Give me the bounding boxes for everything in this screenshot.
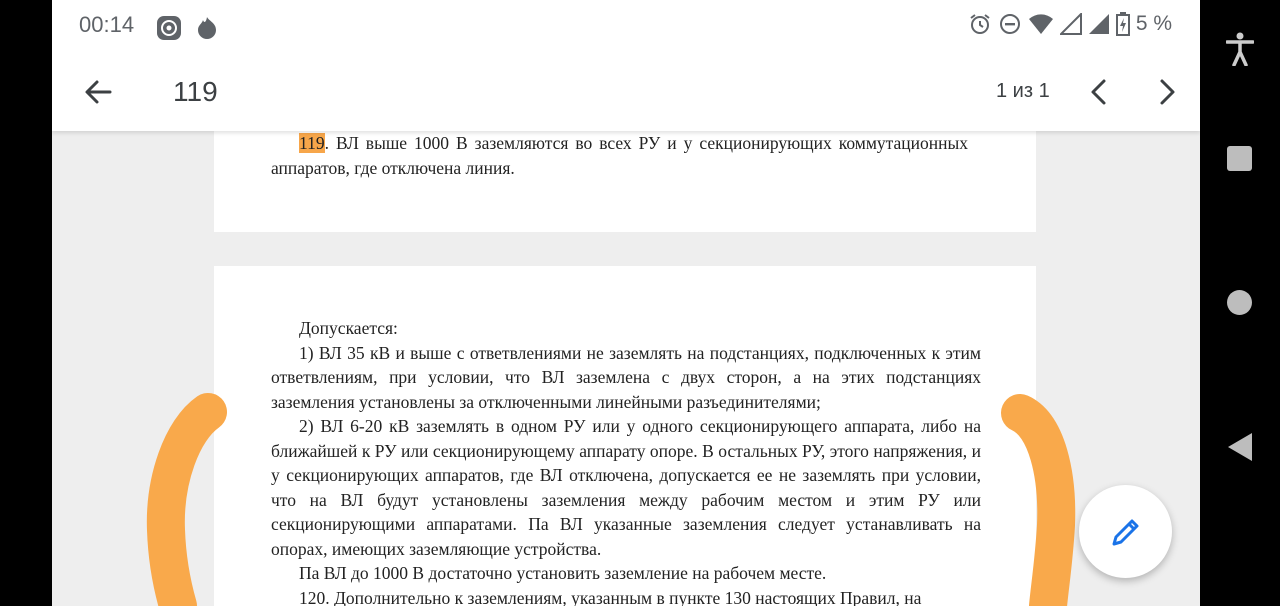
paragraph-119-text: . ВЛ выше 1000 В заземляются во всех РУ … [271, 133, 968, 178]
text-line: 1) ВЛ 35 кВ и выше с ответвлениями не за… [271, 342, 981, 412]
page-2-text: Допускается: 1) ВЛ 35 кВ и выше с ответв… [271, 316, 981, 606]
search-query-title[interactable]: 119 [173, 76, 218, 108]
status-bar: 00:14 5 % [52, 0, 1200, 52]
battery-percent: 5 % [1135, 12, 1172, 35]
search-highlight: 119 [299, 133, 325, 153]
text-line: 2) ВЛ 6-20 кВ заземлять в одном РУ или у… [271, 416, 981, 559]
pdf-viewer-screen: 00:14 5 % 119 1 из 1 119. ВЛ выше 1000 В… [52, 0, 1200, 606]
accessibility-icon[interactable] [1226, 32, 1254, 66]
status-right-group: 5 % [968, 12, 1172, 36]
status-time: 00:14 [79, 12, 135, 37]
do-not-disturb-icon [999, 14, 1020, 34]
notification-icon [198, 17, 216, 39]
chevron-left-icon[interactable] [1082, 74, 1118, 110]
wifi-icon [1028, 14, 1053, 34]
signal-icon [1059, 13, 1082, 35]
arrow-back-icon[interactable] [80, 74, 116, 110]
battery-icon [1115, 12, 1130, 36]
left-black-bar [0, 0, 52, 606]
alarm-icon [970, 14, 990, 34]
match-counter: 1 из 1 [996, 80, 1050, 102]
recents-square-icon[interactable] [1226, 145, 1253, 172]
app-top-bar: 00:14 5 % 119 1 из 1 [52, 0, 1200, 131]
pdf-page-2[interactable]: Допускается: 1) ВЛ 35 кВ и выше с ответв… [214, 266, 1036, 606]
pencil-edit-icon [1112, 519, 1138, 545]
vpn-icon [157, 16, 181, 40]
viewer-toolbar: 119 1 из 1 [52, 60, 1200, 124]
edit-fab-button[interactable] [1079, 485, 1172, 578]
back-triangle-icon[interactable] [1226, 432, 1253, 462]
text-line: Па ВЛ до 1000 В достаточно установить за… [299, 563, 827, 583]
home-circle-icon[interactable] [1226, 289, 1253, 316]
system-navigation-bar [1200, 0, 1280, 606]
paragraph-119: 119. ВЛ выше 1000 В заземляются во всех … [271, 131, 968, 180]
signal-icon-2 [1088, 14, 1109, 34]
chevron-right-icon[interactable] [1148, 74, 1184, 110]
text-line: Допускается: [299, 318, 398, 338]
text-line: 120. Дополнительно к заземлениям, указан… [299, 587, 922, 606]
